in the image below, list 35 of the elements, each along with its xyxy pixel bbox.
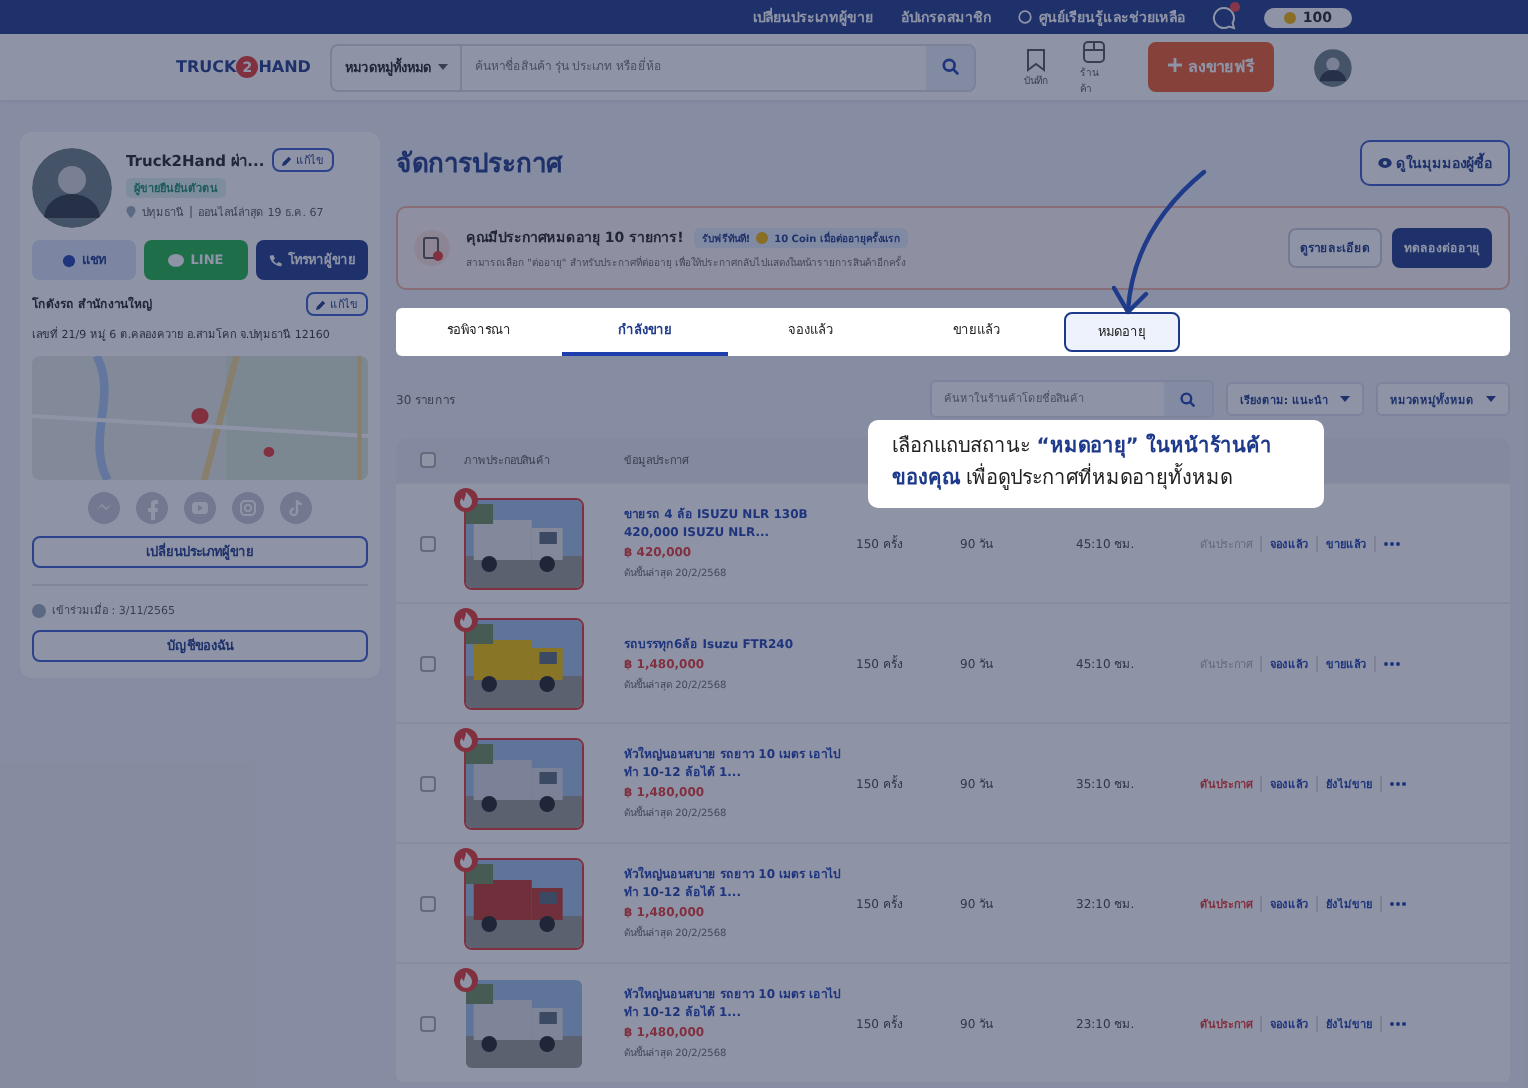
flame-icon — [454, 967, 478, 991]
tutorial-tooltip: เลือกแถบสถานะ “หมดอายุ” ในหน้าร้านค้าของคุณ เพื่อดูประกาศที่หมดอายุทั้งหมด — [868, 420, 1324, 508]
more-icon[interactable] — [1390, 899, 1410, 907]
row-checkbox[interactable] — [420, 895, 436, 911]
pencil-icon — [316, 299, 326, 309]
phone-icon — [268, 253, 282, 267]
row-checkbox[interactable] — [420, 655, 436, 671]
avatar — [32, 148, 112, 228]
speech-bubble-icon — [168, 253, 185, 267]
page-title: จัดการประกาศ — [396, 148, 562, 184]
eye-icon — [1377, 158, 1392, 168]
search-icon — [1179, 391, 1196, 407]
plus-icon — [1168, 58, 1183, 72]
location-icon — [126, 206, 136, 218]
row-checkbox[interactable] — [420, 1015, 436, 1031]
avatar[interactable] — [1314, 47, 1353, 87]
help-icon — [1018, 10, 1033, 24]
pencil-icon — [282, 155, 293, 165]
more-icon[interactable] — [1390, 1019, 1410, 1027]
search-icon — [941, 58, 960, 76]
caret-icon — [438, 64, 449, 70]
row-checkbox[interactable] — [420, 775, 436, 791]
post-button[interactable]: ลงขายฟรี — [1148, 42, 1275, 92]
more-icon[interactable] — [1384, 539, 1404, 547]
store-icon[interactable] — [1082, 39, 1107, 63]
select-all-checkbox[interactable] — [420, 452, 436, 468]
caret-icon — [1340, 396, 1350, 402]
row-checkbox[interactable] — [420, 535, 436, 551]
bookmark-icon[interactable] — [1026, 47, 1047, 71]
more-icon[interactable] — [1384, 659, 1404, 667]
more-icon[interactable] — [1390, 779, 1410, 787]
search-button[interactable] — [1163, 382, 1212, 416]
search-button[interactable] — [926, 45, 975, 89]
clipboard-icon — [414, 230, 450, 266]
caret-icon — [1486, 396, 1496, 402]
